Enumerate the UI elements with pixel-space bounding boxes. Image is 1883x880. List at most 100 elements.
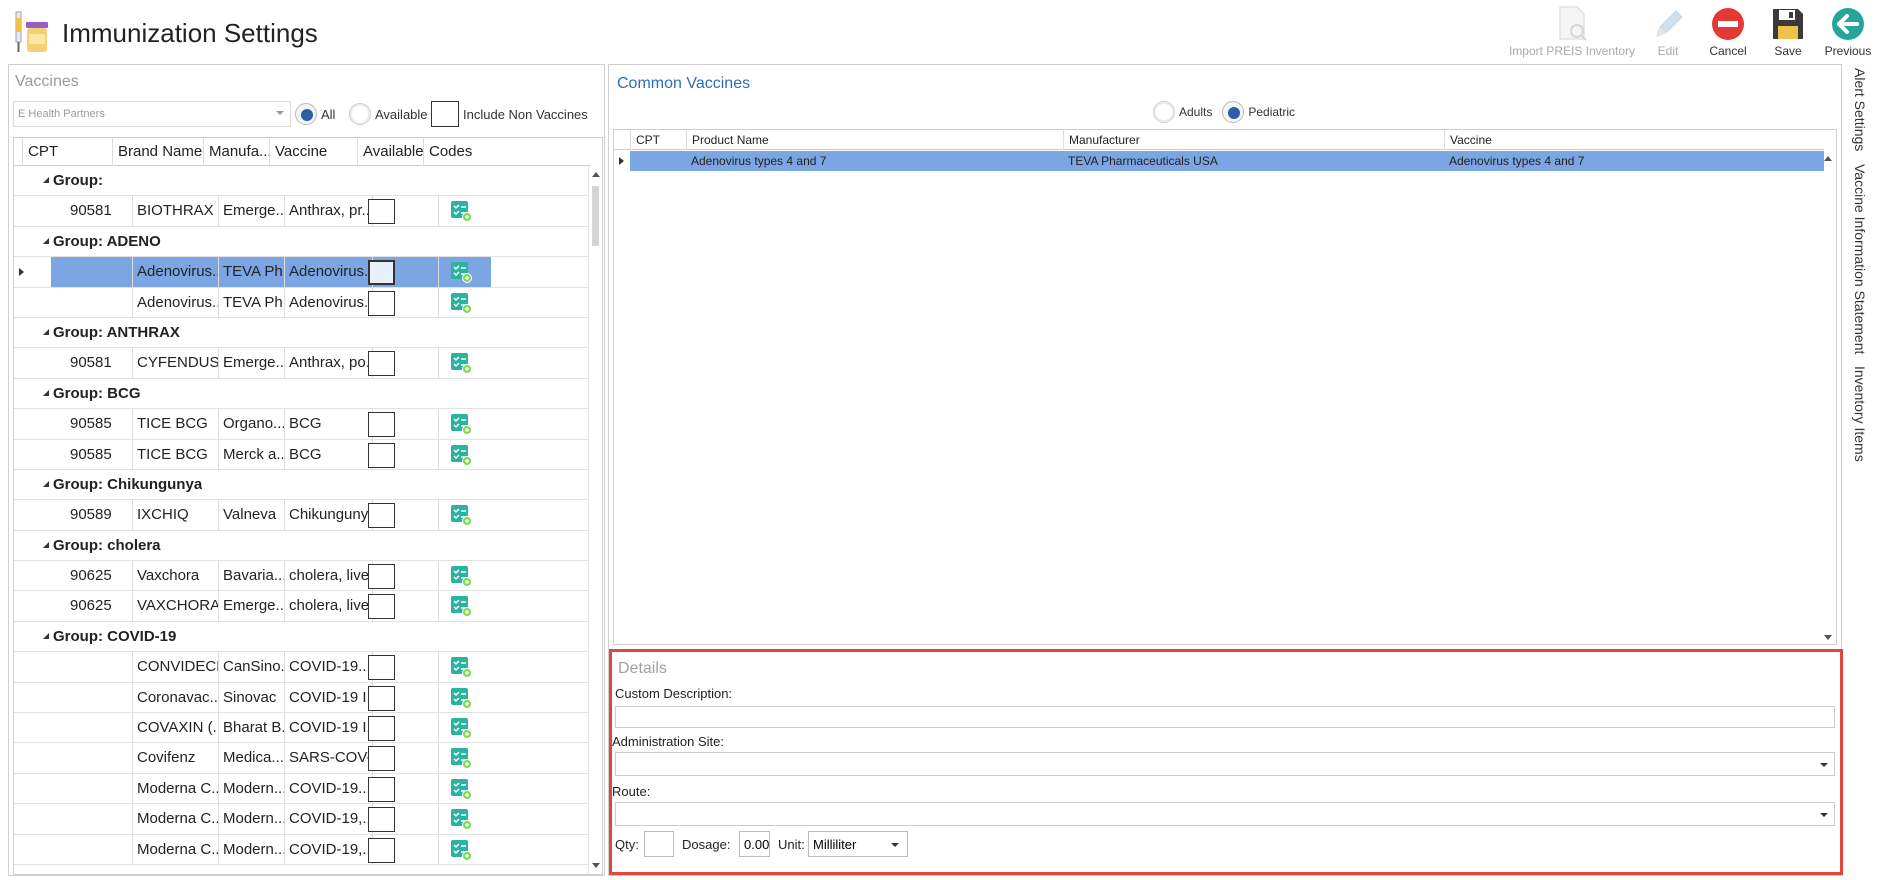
- available-checkbox[interactable]: [368, 746, 395, 772]
- cell-brand-name: COVAXIN (...: [132, 713, 218, 744]
- cell-manufacturer: Modern...: [218, 834, 284, 865]
- group-row[interactable]: Group: COVID-19: [14, 622, 590, 653]
- import-preis-inventory-button[interactable]: Import PREIS Inventory: [1507, 4, 1637, 58]
- table-row[interactable]: Adenovirus types 4 and 7 TEVA Pharmaceut…: [614, 151, 1824, 171]
- qty-input[interactable]: [644, 831, 674, 857]
- group-row[interactable]: Group:: [14, 166, 590, 197]
- administration-site-select[interactable]: [615, 752, 1835, 776]
- table-row[interactable]: 90585 TICE BCG Organo... BCG: [14, 409, 590, 440]
- codes-list-icon[interactable]: [450, 839, 472, 861]
- table-row[interactable]: 90581 BIOTHRAX Emerge... Anthrax, pr...: [14, 196, 590, 227]
- codes-list-icon[interactable]: [450, 595, 472, 618]
- cell-vaccine: Adenovirus types 4 and 7: [1449, 154, 1585, 168]
- scroll-down-icon[interactable]: [1824, 635, 1832, 640]
- available-checkbox[interactable]: [368, 716, 395, 742]
- table-row[interactable]: CONVIDECI...CanSino...COVID-19...: [14, 652, 590, 683]
- codes-list-icon[interactable]: [450, 808, 472, 831]
- table-row[interactable]: Moderna C... Modern... COVID-19...: [14, 773, 590, 805]
- adults-radio[interactable]: [1153, 101, 1175, 123]
- save-button[interactable]: Save: [1766, 4, 1810, 58]
- previous-button[interactable]: Previous: [1822, 4, 1874, 58]
- col-codes[interactable]: Codes: [423, 138, 489, 166]
- col-vaccine[interactable]: Vaccine: [269, 138, 357, 166]
- tab-inventory-items[interactable]: Inventory Items: [1852, 366, 1868, 462]
- table-row[interactable]: Coronavac... Sinovac COVID-19 I...: [14, 682, 590, 714]
- edit-button[interactable]: Edit: [1650, 4, 1686, 58]
- filter-all-radio[interactable]: All: [295, 103, 335, 125]
- codes-list-icon[interactable]: [450, 687, 472, 709]
- cell-cpt: [66, 835, 132, 865]
- codes-list-icon[interactable]: [450, 717, 472, 740]
- scroll-up-icon[interactable]: [1824, 156, 1832, 161]
- available-checkbox[interactable]: [368, 442, 395, 468]
- table-row[interactable]: 90585 TICE BCG Merck a... BCG: [14, 439, 590, 470]
- include-non-vaccines-checkbox[interactable]: Include Non Vaccines: [431, 101, 588, 127]
- codes-list-icon[interactable]: [450, 656, 472, 679]
- cancel-button[interactable]: Cancel: [1706, 4, 1750, 58]
- col-cpt[interactable]: CPT: [22, 138, 112, 166]
- codes-list-icon[interactable]: [450, 292, 472, 314]
- practice-select[interactable]: E Health Partners: [13, 101, 291, 127]
- available-checkbox[interactable]: [368, 807, 395, 833]
- table-row[interactable]: Moderna C... Modern... COVID-19,...: [14, 834, 590, 865]
- codes-list-icon[interactable]: [450, 200, 472, 223]
- available-checkbox[interactable]: [368, 412, 395, 438]
- col-cpt[interactable]: CPT: [630, 130, 686, 150]
- table-row[interactable]: 90581 CYFENDUS Emerge... Anthrax, po...: [14, 348, 590, 379]
- custom-description-input[interactable]: [615, 706, 1835, 728]
- cell-vaccine: COVID-19 I...: [284, 713, 372, 744]
- col-product-name[interactable]: Product Name: [686, 130, 1063, 150]
- table-row[interactable]: 90625 VAXCHORAEmerge...cholera, live...: [14, 591, 590, 622]
- codes-list-icon[interactable]: [450, 413, 472, 436]
- col-brand-name[interactable]: Brand Name: [112, 138, 203, 166]
- group-row[interactable]: Group: BCG: [14, 379, 590, 410]
- table-row[interactable]: 90589 IXCHIQ Valneva Chikunguny...: [14, 500, 590, 531]
- unit-select[interactable]: Milliliter: [808, 831, 908, 857]
- table-row[interactable]: Adenovirus...TEVA Ph...Adenovirus...: [14, 257, 590, 288]
- available-checkbox[interactable]: [368, 655, 395, 681]
- table-row[interactable]: COVAXIN (...Bharat B...COVID-19 I...: [14, 713, 590, 744]
- group-row[interactable]: Group: Chikungunya: [14, 470, 590, 501]
- vaccines-scrollbar[interactable]: [588, 166, 602, 874]
- group-row[interactable]: Group: ADENO: [14, 227, 590, 258]
- group-row[interactable]: Group: cholera: [14, 531, 590, 562]
- tab-vaccine-information-statement[interactable]: Vaccine Information Statement: [1852, 164, 1868, 354]
- table-row[interactable]: Adenovirus...TEVA Ph...Adenovirus...: [14, 287, 590, 318]
- group-row[interactable]: Group: ANTHRAX: [14, 318, 590, 349]
- available-checkbox[interactable]: [368, 776, 395, 802]
- codes-list-icon[interactable]: [450, 352, 472, 375]
- codes-list-icon[interactable]: [450, 778, 472, 800]
- codes-list-icon[interactable]: [450, 261, 472, 284]
- available-checkbox[interactable]: [368, 594, 395, 620]
- row-indicator-icon: [619, 157, 624, 165]
- col-vaccine[interactable]: Vaccine: [1444, 130, 1824, 150]
- codes-list-icon[interactable]: [450, 565, 472, 588]
- codes-list-icon[interactable]: [450, 747, 472, 770]
- available-checkbox[interactable]: [368, 503, 395, 529]
- route-select[interactable]: [615, 802, 1835, 826]
- col-manufacturer[interactable]: Manufa...: [203, 138, 272, 166]
- available-checkbox[interactable]: [368, 290, 395, 316]
- table-row[interactable]: CovifenzMedica...SARS-COV-...: [14, 743, 590, 774]
- codes-list-icon[interactable]: [450, 444, 472, 466]
- scroll-thumb[interactable]: [592, 186, 599, 246]
- available-checkbox[interactable]: [368, 351, 395, 377]
- filter-available-radio[interactable]: Available: [349, 103, 428, 125]
- table-row[interactable]: Moderna C... Modern... COVID-19,...: [14, 804, 590, 835]
- tab-alert-settings[interactable]: Alert Settings: [1852, 68, 1868, 151]
- scroll-down-icon[interactable]: [592, 863, 600, 868]
- available-checkbox[interactable]: [368, 564, 395, 590]
- table-row[interactable]: 90625 VaxchoraBavaria...cholera, live...: [14, 561, 590, 592]
- col-available[interactable]: Available: [357, 138, 424, 166]
- available-checkbox[interactable]: [368, 199, 395, 225]
- pediatric-radio[interactable]: [1222, 101, 1245, 123]
- col-manufacturer[interactable]: Manufacturer: [1063, 130, 1444, 150]
- available-checkbox[interactable]: [368, 260, 395, 286]
- available-checkbox[interactable]: [368, 837, 395, 863]
- group-label: Group: ANTHRAX: [53, 323, 180, 341]
- dosage-input[interactable]: 0.00: [739, 831, 770, 857]
- codes-list-icon[interactable]: [450, 504, 472, 527]
- scroll-up-icon[interactable]: [592, 172, 600, 177]
- available-checkbox[interactable]: [368, 685, 395, 711]
- cell-manufacturer: Emerge...: [218, 196, 284, 227]
